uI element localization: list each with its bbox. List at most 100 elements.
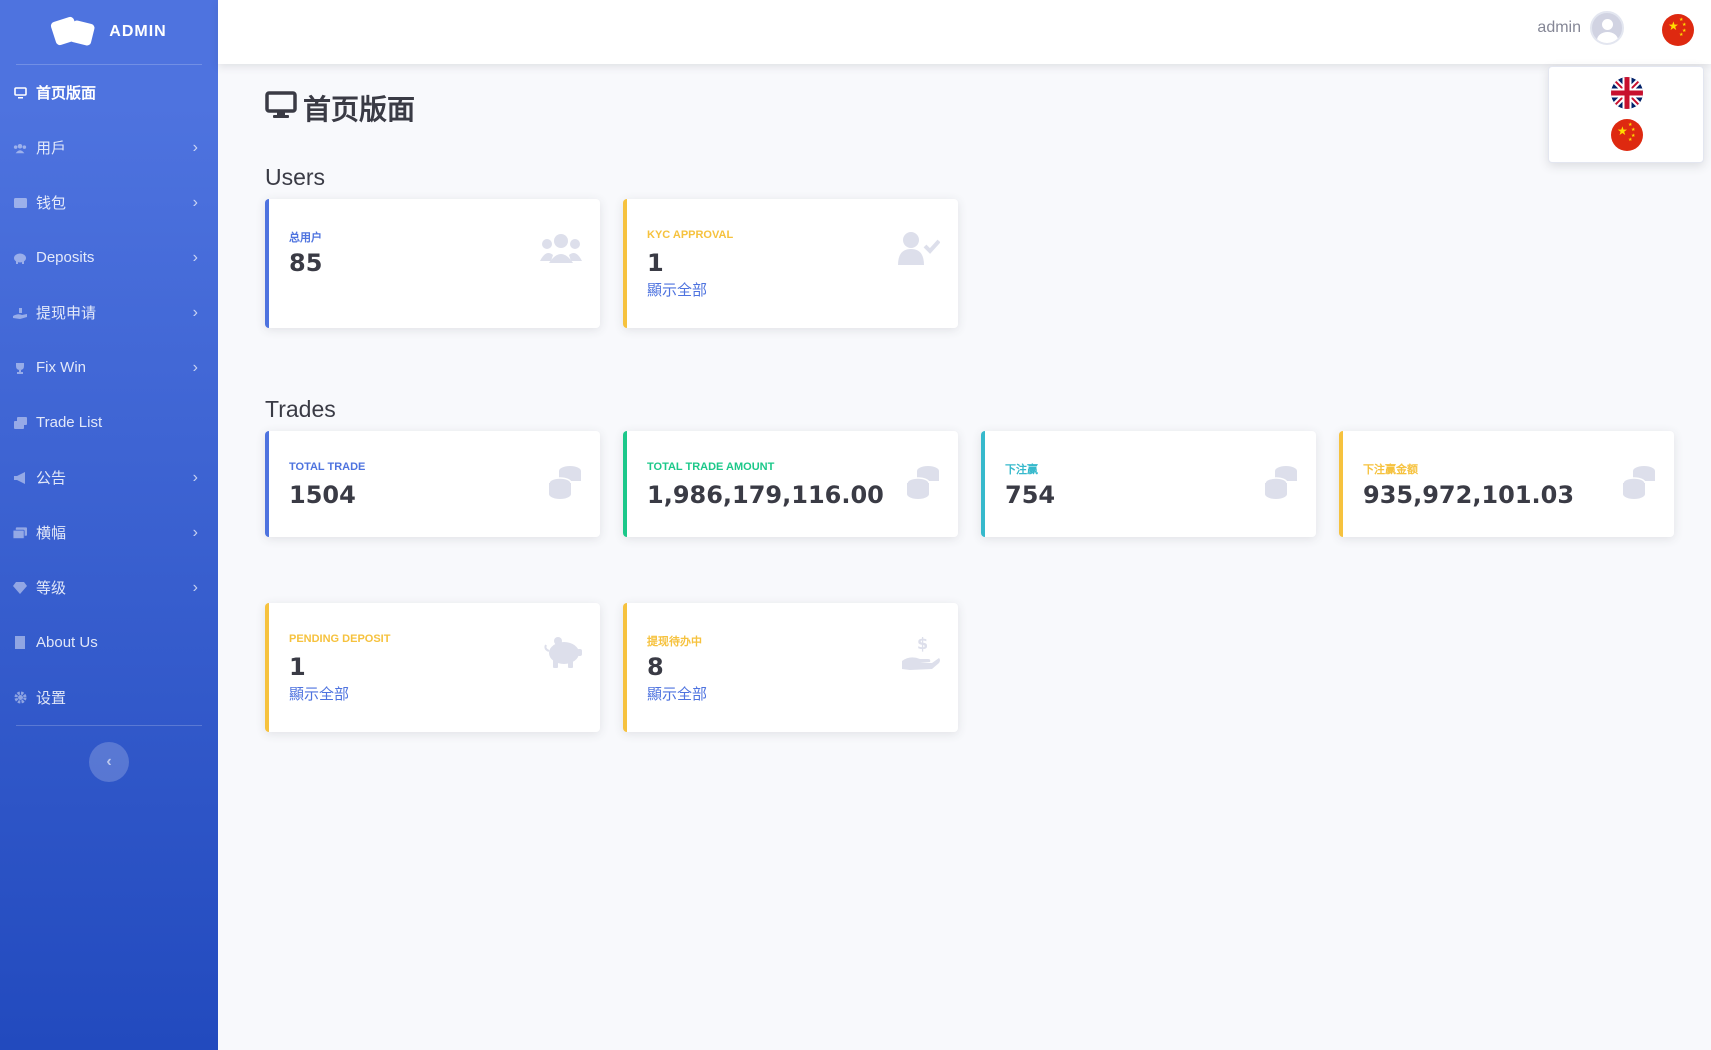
- card-bet-win-amount: 下注赢金额 935,972,101.03: [1339, 431, 1674, 537]
- sidebar-toggle-wrap: ‹: [0, 742, 218, 782]
- card-value: 1: [289, 653, 306, 681]
- user-menu[interactable]: admin: [1537, 11, 1624, 45]
- language-dropdown: ★ ★ ★ ★ ★: [1548, 66, 1704, 163]
- show-all-link[interactable]: 顯示全部: [289, 683, 349, 704]
- topbar: admin ★ ★ ★ ★ ★: [218, 0, 1711, 64]
- sidebar-item-label: 横幅: [36, 525, 67, 542]
- sidebar-item-label: 等级: [36, 580, 67, 597]
- sidebar-divider: [16, 725, 202, 726]
- card-pending-withdrawal: 提现待办中 8 顯示全部 $: [623, 603, 958, 732]
- sidebar-item-levels[interactable]: 等级 ›: [0, 560, 218, 615]
- hand-holding-usd-icon: $: [902, 634, 940, 676]
- card-label: 下注赢金额: [1363, 464, 1418, 476]
- card-value: 1,986,179,116.00: [647, 481, 884, 509]
- sidebar-item-label: Fix Win: [36, 359, 86, 376]
- card-label: 总用户: [289, 232, 322, 244]
- users-icon: [13, 141, 27, 155]
- sidebar-item-fix-win[interactable]: Fix Win ›: [0, 340, 218, 395]
- sidebar-item-label: 设置: [36, 690, 67, 707]
- sidebar-item-label: 钱包: [36, 195, 67, 212]
- cn-flag-icon[interactable]: ★ ★ ★ ★ ★: [1662, 14, 1694, 46]
- card-total-trade: TOTAL TRADE 1504: [265, 431, 600, 537]
- sidebar-item-about-us[interactable]: About Us: [0, 615, 218, 670]
- sidebar-item-label: 提现申请: [36, 305, 97, 322]
- desktop-icon: [13, 86, 27, 100]
- section-title-users: Users: [265, 164, 326, 190]
- hand-holding-usd-icon: [13, 306, 27, 320]
- show-all-link[interactable]: 顯示全部: [647, 279, 707, 300]
- sidebar-item-label: 公告: [36, 470, 67, 487]
- sidebar-item-users[interactable]: 用戶 ›: [0, 120, 218, 175]
- sidebar-toggle-button[interactable]: ‹: [89, 742, 129, 782]
- building-icon: [13, 636, 27, 650]
- uk-flag-icon[interactable]: [1611, 77, 1643, 109]
- sidebar-nav: 首页版面 用戶 › 钱包 › Deposits › 提现申请 › Fix Win…: [0, 65, 218, 725]
- card-value: 85: [289, 249, 323, 277]
- gem-icon: [13, 581, 27, 595]
- cn-flag-icon[interactable]: ★ ★ ★ ★ ★: [1611, 119, 1643, 151]
- sidebar-item-label: Deposits: [36, 249, 95, 266]
- sidebar-item-dashboard[interactable]: 首页版面: [0, 65, 218, 120]
- trophy-icon: [13, 361, 27, 375]
- coins-icon: [548, 465, 582, 504]
- chevron-right-icon: ›: [192, 138, 198, 156]
- card-total-trade-amount: TOTAL TRADE AMOUNT 1,986,179,116.00: [623, 431, 958, 537]
- sidebar-item-announcements[interactable]: 公告 ›: [0, 450, 218, 505]
- card-total-users: 总用户 85: [265, 199, 600, 328]
- card-label: KYC APPROVAL: [647, 229, 734, 241]
- gear-icon: [13, 691, 27, 705]
- coins-icon: [1264, 465, 1298, 504]
- sidebar: ADMIN 首页版面 用戶 › 钱包 › Deposits › 提现申请 › F…: [0, 0, 218, 1050]
- chevron-right-icon: ›: [192, 248, 198, 266]
- sidebar-item-label: 首页版面: [36, 85, 97, 102]
- card-value: 754: [1005, 481, 1056, 509]
- sidebar-item-banners[interactable]: 横幅 ›: [0, 505, 218, 560]
- card-value: 8: [647, 653, 664, 681]
- desktop-icon: [265, 90, 297, 126]
- sidebar-item-wallet[interactable]: 钱包 ›: [0, 175, 218, 230]
- card-label: 提现待办中: [647, 636, 702, 648]
- images-icon: [13, 526, 27, 540]
- sidebar-item-deposits[interactable]: Deposits ›: [0, 230, 218, 285]
- chevron-right-icon: ›: [192, 468, 198, 486]
- wallet-icon: [13, 196, 27, 210]
- piggy-bank-icon: [13, 251, 27, 265]
- dice-icon: [50, 15, 96, 47]
- sidebar-item-settings[interactable]: 设置: [0, 670, 218, 725]
- sidebar-item-label: 用戶: [36, 140, 67, 157]
- card-value: 935,972,101.03: [1363, 481, 1575, 509]
- brand[interactable]: ADMIN: [0, 0, 218, 64]
- coins-icon: [1622, 465, 1656, 504]
- show-all-link[interactable]: 顯示全部: [647, 683, 707, 704]
- sidebar-item-label: About Us: [36, 634, 98, 651]
- brand-name: ADMIN: [109, 23, 167, 40]
- card-pending-deposit: PENDING DEPOSIT 1 顯示全部: [265, 603, 600, 732]
- users-icon: [540, 233, 582, 268]
- user-check-icon: [898, 231, 941, 270]
- chevron-right-icon: ›: [192, 358, 198, 376]
- chevron-right-icon: ›: [192, 193, 198, 211]
- card-bet-wins: 下注赢 754: [981, 431, 1316, 537]
- card-kyc-approval: KYC APPROVAL 1 顯示全部: [623, 199, 958, 328]
- sidebar-item-trade-list[interactable]: Trade List: [0, 395, 218, 450]
- sidebar-item-withdrawals[interactable]: 提现申请 ›: [0, 285, 218, 340]
- svg-text:$: $: [917, 635, 928, 653]
- piggy-bank-icon: [544, 637, 582, 674]
- card-label: TOTAL TRADE: [289, 461, 366, 473]
- card-value: 1504: [289, 481, 356, 509]
- page-title: 首页版面: [265, 88, 415, 128]
- coins-icon: [906, 465, 940, 504]
- card-label: TOTAL TRADE AMOUNT: [647, 461, 775, 473]
- chevron-left-icon: ‹: [106, 753, 112, 770]
- chevron-right-icon: ›: [192, 578, 198, 596]
- list-icon: [13, 416, 27, 430]
- chevron-right-icon: ›: [192, 303, 198, 321]
- bullhorn-icon: [13, 471, 27, 485]
- sidebar-item-label: Trade List: [36, 414, 103, 431]
- card-label: PENDING DEPOSIT: [289, 633, 391, 645]
- section-title-trades: Trades: [265, 396, 336, 422]
- avatar: [1590, 11, 1624, 45]
- user-name: admin: [1537, 19, 1581, 36]
- chevron-right-icon: ›: [192, 523, 198, 541]
- page-title-text: 首页版面: [303, 94, 416, 125]
